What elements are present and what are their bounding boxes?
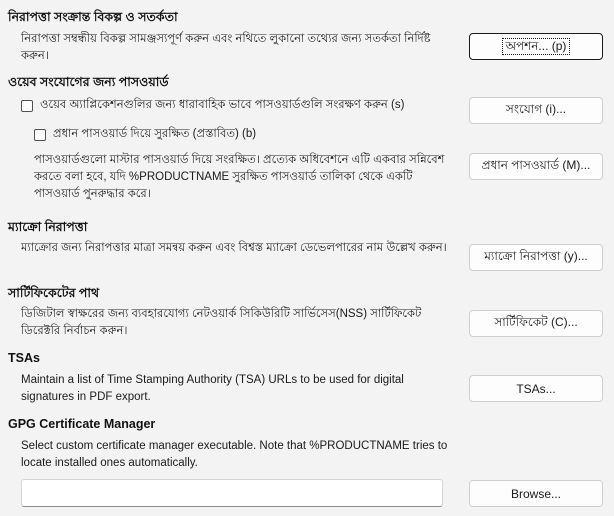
- master-password-button[interactable]: প্রধান পাসওয়ার্ড (M)...: [469, 153, 603, 180]
- certificate-description: ডিজিটাল স্বাক্ষরের জন্য ব্যবহারযোগ্য নেট…: [21, 308, 422, 337]
- persist-passwords-row[interactable]: ওয়েব অ্যাপ্লিকেশনগুলির জন্য ধারাবাহিক ভ…: [21, 96, 404, 115]
- master-password-row[interactable]: প্রধান পাসওয়ার্ড দিয়ে সুরক্ষিত (প্রস্ত…: [34, 125, 256, 144]
- certificate-heading: সার্টিফিকেটের পাথ: [8, 286, 100, 300]
- security-options-button-label: অপশন... (p): [501, 38, 571, 55]
- tsa-description: Maintain a list of Time Stamping Authori…: [21, 374, 404, 403]
- persist-passwords-checkbox[interactable]: [21, 99, 33, 112]
- security-heading: নিরাপত্তা সংক্রান্ত বিকল্প ও সতর্কতা: [8, 10, 178, 24]
- gpg-browse-button[interactable]: Browse...: [469, 480, 603, 507]
- gpg-path-field[interactable]: [21, 479, 443, 507]
- persist-passwords-label: ওয়েব অ্যাপ্লিকেশনগুলির জন্য ধারাবাহিক ভ…: [40, 99, 405, 111]
- gpg-description: Select custom certificate manager execut…: [21, 440, 448, 469]
- connections-button[interactable]: সংযোগ (i)...: [469, 97, 603, 124]
- tsa-button[interactable]: TSAs...: [469, 375, 603, 402]
- passwords-heading: ওয়েব সংযোগের জন্য পাসওয়ার্ড: [8, 75, 169, 89]
- master-password-label: প্রধান পাসওয়ার্ড দিয়ে সুরক্ষিত (প্রস্ত…: [53, 128, 257, 140]
- certificate-button[interactable]: সার্টিফিকেট (C)...: [469, 310, 603, 337]
- macro-heading: ম্যাক্রো নিরাপত্তা: [8, 220, 88, 234]
- security-description: নিরাপত্তা সম্বন্ধীয় বিকল্প সামঞ্জস্যপূর…: [21, 33, 431, 62]
- master-password-checkbox[interactable]: [34, 128, 46, 141]
- macro-security-button[interactable]: ম্যাক্রো নিরাপত্তা (y)...: [469, 244, 603, 271]
- macro-description: ম্যাক্রোর জন্য নিরাপত্তার মাত্রা সমন্বয়…: [21, 242, 447, 254]
- master-password-description: পাসওয়ার্ডগুলো মাস্টার পাসওয়ার্ড দিয়ে …: [34, 154, 445, 200]
- security-options-button[interactable]: অপশন... (p): [469, 33, 603, 60]
- gpg-heading: GPG Certificate Manager: [8, 417, 156, 431]
- tsa-heading: TSAs: [8, 351, 40, 365]
